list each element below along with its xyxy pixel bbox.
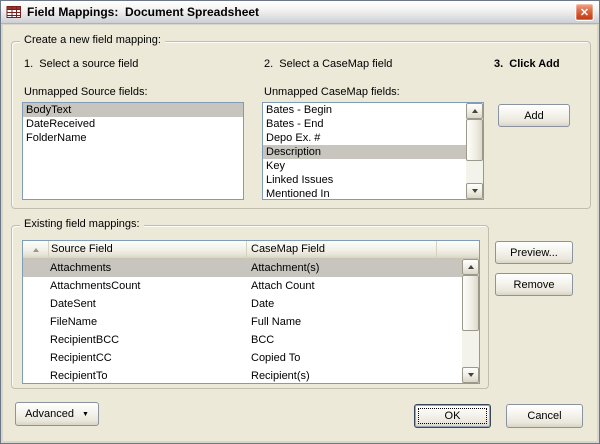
existing-mappings-group: Existing field mappings: Source Field Ca… <box>11 218 489 389</box>
advanced-button[interactable]: Advanced ▼ <box>15 402 99 426</box>
source-field-cell: RecipientBCC <box>50 334 120 346</box>
list-item[interactable]: Bates - End <box>263 117 466 131</box>
spreadsheet-icon <box>6 4 22 20</box>
step2-label: 2. Select a CaseMap field <box>264 58 393 70</box>
scroll-up-button[interactable] <box>462 259 479 275</box>
casemap-field-cell: Attach Count <box>251 280 315 292</box>
arrow-down-icon <box>471 189 478 193</box>
list-item[interactable]: Bates - Begin <box>263 103 466 117</box>
source-field-cell: RecipientTo <box>50 370 108 382</box>
casemap-field-cell: Attachment(s) <box>251 262 320 274</box>
sort-ascending-icon <box>32 247 39 252</box>
source-field-cell: DateSent <box>50 298 96 310</box>
mappings-table[interactable]: Source Field CaseMap Field Attachments A… <box>22 240 480 384</box>
list-item[interactable]: Linked Issues <box>263 173 466 187</box>
table-body: Attachments Attachment(s) AttachmentsCou… <box>23 259 462 383</box>
list-item[interactable]: Key <box>263 159 466 173</box>
list-item[interactable]: Depo Ex. # <box>263 131 466 145</box>
casemap-field-cell: Recipient(s) <box>251 370 310 382</box>
casemap-fields-listbox[interactable]: Bates - Begin Bates - End Depo Ex. # Des… <box>262 102 484 200</box>
table-row[interactable]: RecipientCC Copied To <box>23 349 462 367</box>
table-row[interactable]: DateSent Date <box>23 295 462 313</box>
scrollbar-thumb[interactable] <box>462 275 479 331</box>
ok-button[interactable]: OK <box>414 404 491 428</box>
dropdown-arrow-icon: ▼ <box>82 410 89 418</box>
title-bar[interactable]: Field Mappings: Document Spreadsheet ✕ <box>1 1 599 24</box>
scrollbar-thumb[interactable] <box>466 119 483 161</box>
source-field-cell: AttachmentsCount <box>50 280 141 292</box>
arrow-down-icon <box>467 373 474 377</box>
remove-button[interactable]: Remove <box>495 273 573 296</box>
scroll-down-button[interactable] <box>466 183 483 199</box>
remove-button-label: Remove <box>513 278 555 291</box>
step3-label: 3. Click Add <box>494 58 560 70</box>
table-header: Source Field CaseMap Field <box>23 241 479 259</box>
casemap-list-scrollbar[interactable] <box>466 103 483 199</box>
add-button[interactable]: Add <box>498 104 570 127</box>
table-row[interactable]: AttachmentsCount Attach Count <box>23 277 462 295</box>
existing-mappings-group-label: Existing field mappings: <box>20 218 144 230</box>
table-row[interactable]: RecipientBCC BCC <box>23 331 462 349</box>
scroll-up-button[interactable] <box>466 103 483 119</box>
advanced-button-label: Advanced <box>25 408 74 420</box>
field-mappings-dialog: Field Mappings: Document Spreadsheet ✕ C… <box>0 0 600 444</box>
scroll-down-button[interactable] <box>462 367 479 383</box>
preview-button-label: Preview... <box>510 246 558 259</box>
casemap-field-cell: Copied To <box>251 352 301 364</box>
unmapped-casemap-fields-label: Unmapped CaseMap fields: <box>264 86 400 98</box>
create-mapping-group-label: Create a new field mapping: <box>20 34 165 46</box>
step1-label: 1. Select a source field <box>24 58 139 70</box>
list-item[interactable]: BodyText <box>23 103 243 117</box>
window-title: Field Mappings: Document Spreadsheet <box>27 5 260 19</box>
table-scrollbar[interactable] <box>462 259 479 383</box>
casemap-field-column-header[interactable]: CaseMap Field <box>247 241 437 259</box>
source-field-cell: RecipientCC <box>50 352 112 364</box>
cancel-button-label: Cancel <box>527 410 562 422</box>
source-field-cell: Attachments <box>50 262 112 274</box>
casemap-field-cell: Full Name <box>251 316 302 328</box>
close-button[interactable]: ✕ <box>575 3 594 21</box>
close-icon: ✕ <box>579 6 590 19</box>
table-row[interactable]: FileName Full Name <box>23 313 462 331</box>
casemap-field-cell: Date <box>251 298 275 310</box>
list-item[interactable]: FolderName <box>23 131 243 145</box>
sort-column-header[interactable] <box>23 241 49 259</box>
unmapped-source-fields-label: Unmapped Source fields: <box>24 86 148 98</box>
add-button-label: Add <box>524 109 544 122</box>
arrow-up-icon <box>467 265 474 269</box>
list-item[interactable]: Description <box>263 145 466 159</box>
casemap-field-cell: BCC <box>251 334 275 346</box>
table-row[interactable]: Attachments Attachment(s) <box>23 259 462 277</box>
ok-button-label: OK <box>444 410 461 422</box>
arrow-up-icon <box>471 109 478 113</box>
source-fields-listbox[interactable]: BodyText DateReceived FolderName <box>22 102 244 200</box>
source-field-cell: FileName <box>50 316 98 328</box>
list-item[interactable]: DateReceived <box>23 117 243 131</box>
table-row[interactable]: RecipientTo Recipient(s) <box>23 367 462 383</box>
source-field-column-header[interactable]: Source Field <box>49 241 247 259</box>
preview-button[interactable]: Preview... <box>495 241 573 264</box>
cancel-button[interactable]: Cancel <box>506 404 583 428</box>
empty-column-header <box>437 241 479 259</box>
list-item[interactable]: Mentioned In <box>263 187 466 199</box>
